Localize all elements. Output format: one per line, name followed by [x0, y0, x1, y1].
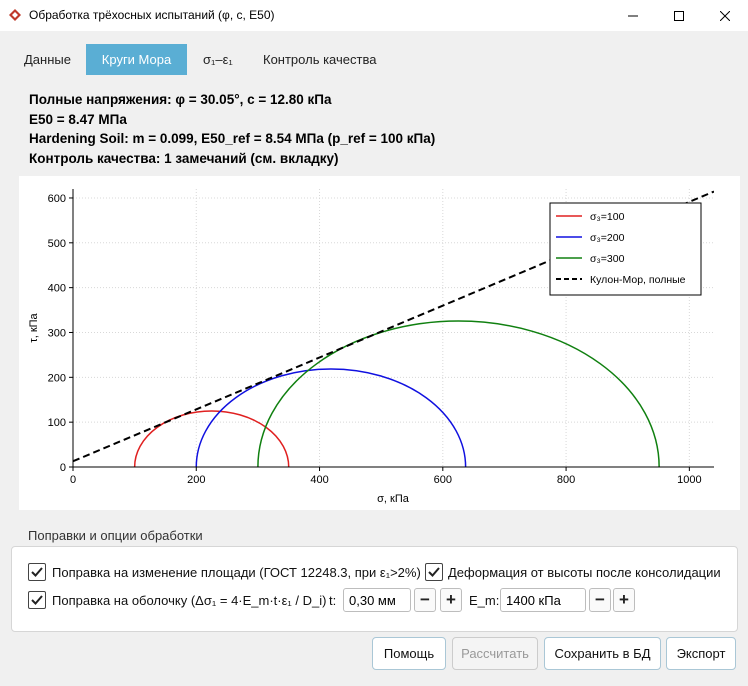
export-button[interactable]: Экспорт [666, 637, 736, 670]
x-tick-label: 400 [310, 474, 328, 486]
membrane-correction-checkbox[interactable] [28, 591, 46, 609]
close-icon [720, 10, 730, 21]
minimize-button[interactable] [610, 0, 656, 31]
y-tick-label: 400 [48, 283, 66, 295]
legend-label: σ₃=200 [590, 232, 625, 244]
maximize-button[interactable] [656, 0, 702, 31]
title-bar: Обработка трёхосных испытаний (φ, c, E50… [0, 0, 748, 31]
x-tick-label: 200 [187, 474, 205, 486]
membrane-correction-label[interactable]: Поправка на оболочку (Δσ₁ = 4·E_m·t·ε₁ /… [52, 593, 326, 608]
x-tick-label: 1000 [677, 474, 701, 486]
x-tick-label: 600 [434, 474, 452, 486]
close-button[interactable] [702, 0, 748, 31]
legend-label: Кулон-Мор, полные [590, 274, 686, 286]
y-tick-label: 600 [48, 193, 66, 205]
chart-legend: σ₃=100 σ₃=200 σ₃=300 Кулон-Мор, полные [549, 202, 702, 296]
y-tick-label: 100 [48, 417, 66, 429]
calculate-button[interactable]: Рассчитать [452, 637, 538, 670]
thickness-input[interactable]: 0,30 мм [343, 588, 411, 612]
app-icon [9, 9, 21, 21]
summary-e50: E50 = 8.47 МПа [29, 111, 127, 127]
checkmark-icon [31, 595, 43, 605]
height-deformation-checkbox[interactable] [425, 563, 443, 581]
summary-hardening-soil: Hardening Soil: m = 0.099, E50_ref = 8.5… [29, 131, 436, 146]
save-to-db-button[interactable]: Сохранить в БД [544, 637, 661, 670]
area-correction-label[interactable]: Поправка на изменение площади (ГОСТ 1224… [52, 565, 421, 580]
thickness-decrement-button[interactable]: − [414, 588, 436, 612]
options-group-title: Поправки и опции обработки [28, 528, 203, 543]
tab-data[interactable]: Данные [10, 44, 85, 75]
y-tick-label: 300 [48, 327, 66, 339]
summary-quality-control: Контроль качества: 1 замечаний (см. вкла… [29, 150, 339, 166]
maximize-icon [674, 10, 684, 21]
mohr-circles-chart: 0 200 400 600 800 1000 0 100 200 300 400 500 600 σ, … [28, 189, 714, 505]
y-tick-label: 500 [48, 238, 66, 250]
area-correction-checkbox[interactable] [28, 563, 46, 581]
legend-label: σ₃=300 [590, 253, 625, 265]
x-axis-label: σ, кПа [377, 493, 410, 505]
y-axis-label: τ, кПа [28, 312, 40, 342]
help-button[interactable]: Помощь [372, 637, 446, 670]
y-tick-label: 0 [60, 462, 66, 474]
x-tick-label: 0 [70, 474, 76, 486]
y-tick-label: 200 [48, 372, 66, 384]
modulus-decrement-button[interactable]: − [589, 588, 611, 612]
height-deformation-label[interactable]: Деформация от высоты после консолидации [448, 565, 721, 580]
results-summary: Полные напряжения: φ = 30.05°, c = 12.80… [29, 90, 435, 168]
checkmark-icon [31, 567, 43, 577]
thickness-label: t: [329, 593, 337, 608]
membrane-modulus-label: E_m: [469, 593, 500, 608]
summary-total-stress: Полные напряжения: φ = 30.05°, c = 12.80… [29, 92, 332, 107]
checkmark-icon [428, 567, 440, 577]
minimize-icon [628, 15, 638, 16]
tab-stress-strain[interactable]: σ₁–ε₁ [189, 44, 247, 75]
tab-quality-control[interactable]: Контроль качества [249, 44, 390, 75]
tab-mohr-circles[interactable]: Круги Мора [86, 44, 187, 75]
window-title: Обработка трёхосных испытаний (φ, c, E50… [29, 8, 275, 22]
modulus-increment-button[interactable]: + [613, 588, 635, 612]
legend-label: σ₃=100 [590, 211, 625, 223]
thickness-increment-button[interactable]: + [440, 588, 462, 612]
x-tick-label: 800 [557, 474, 575, 486]
membrane-modulus-input[interactable]: 1400 кПа [500, 588, 586, 612]
chart-panel: 0 200 400 600 800 1000 0 100 200 300 400 500 600 σ, … [19, 176, 740, 510]
